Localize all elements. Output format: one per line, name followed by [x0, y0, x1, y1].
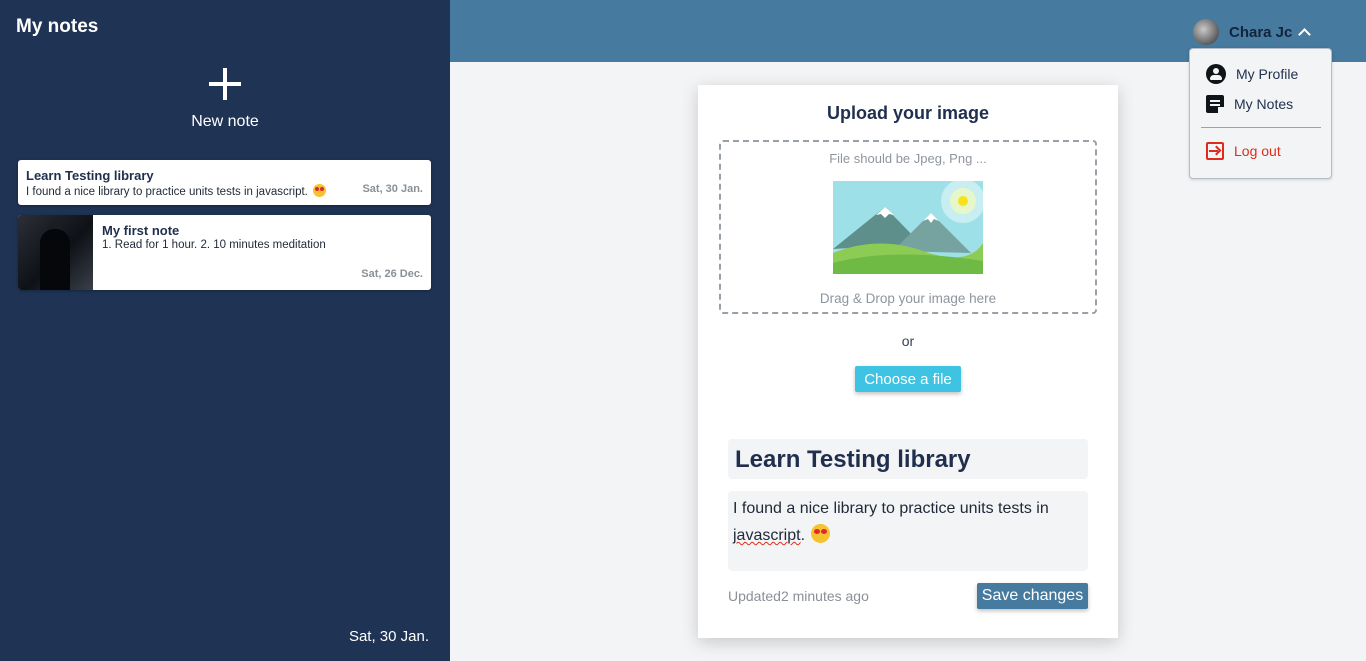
note-date: Sat, 30 Jan.: [362, 183, 423, 195]
user-name: Chara Jc: [1229, 23, 1293, 41]
updated-prefix: Updated: [728, 588, 781, 604]
note-body-text: I found a nice library to practice units…: [733, 500, 1049, 517]
new-note-button[interactable]: New note: [0, 68, 450, 131]
sidebar: My notes New note Learn Testing library …: [0, 0, 450, 661]
logout-icon: [1206, 142, 1224, 160]
new-note-label: New note: [191, 113, 259, 130]
current-date: Sat, 30 Jan.: [348, 628, 429, 645]
landscape-image-icon: [833, 181, 983, 274]
choose-file-button[interactable]: Choose a file: [855, 366, 961, 392]
user-dropdown-menu: My Profile My Notes Log out: [1189, 48, 1332, 179]
avatar: [1193, 19, 1219, 45]
note-card-my-first-note[interactable]: My first note 1. Read for 1 hour. 2. 10 …: [18, 215, 431, 290]
updated-value: 2 minutes ago: [780, 588, 869, 604]
note-title: Learn Testing library: [26, 168, 154, 183]
image-dropzone[interactable]: File should be Jpeg, Png ... Drag & Drop…: [719, 140, 1097, 314]
menu-item-my-notes[interactable]: My Notes: [1206, 95, 1293, 113]
note-title: My first note: [102, 223, 180, 238]
sidebar-title: My notes: [16, 16, 99, 37]
menu-item-log-out[interactable]: Log out: [1206, 142, 1281, 160]
upload-title: Upload your image: [826, 103, 990, 123]
menu-divider: [1201, 127, 1321, 128]
note-title-input[interactable]: Learn Testing library: [728, 439, 1088, 479]
or-separator: or: [901, 333, 915, 349]
note-excerpt: 1. Read for 1 hour. 2. 10 minutes medita…: [102, 239, 326, 251]
note-body-textarea[interactable]: I found a nice library to practice units…: [728, 491, 1088, 571]
star-struck-emoji-icon: [313, 184, 327, 197]
menu-item-label: My Profile: [1236, 66, 1299, 82]
user-menu-toggle[interactable]: Chara Jc: [1193, 19, 1312, 45]
note-thumbnail-image: [18, 215, 93, 290]
menu-item-label: Log out: [1234, 143, 1281, 159]
chevron-up-icon: [1298, 28, 1312, 41]
menu-item-label: My Notes: [1234, 96, 1294, 112]
note-body-suffix: .: [800, 527, 806, 544]
last-updated: Updated2 minutes ago: [728, 588, 869, 604]
misspelled-word: javascript: [733, 527, 801, 544]
note-icon: [1206, 95, 1224, 113]
save-changes-button[interactable]: Save changes: [977, 583, 1088, 609]
note-editor-card: Upload your image File should be Jpeg, P…: [698, 85, 1118, 638]
note-date: Sat, 26 Dec.: [361, 268, 423, 280]
landscape-illustration: [833, 181, 983, 274]
plus-icon: [209, 68, 241, 100]
account-circle-icon: [1206, 64, 1226, 84]
menu-item-my-profile[interactable]: My Profile: [1206, 64, 1298, 84]
thumbnail-figure-body: [40, 229, 70, 290]
note-card-learn-testing-library[interactable]: Learn Testing library I found a nice lib…: [18, 160, 431, 205]
dropzone-drop-text: Drag & Drop your image here: [819, 291, 997, 306]
note-excerpt-text: I found a nice library to practice units…: [26, 186, 308, 198]
note-excerpt: I found a nice library to practice units…: [26, 184, 327, 198]
star-struck-emoji-icon: [811, 524, 831, 543]
dropzone-hint: File should be Jpeg, Png ...: [829, 151, 987, 166]
